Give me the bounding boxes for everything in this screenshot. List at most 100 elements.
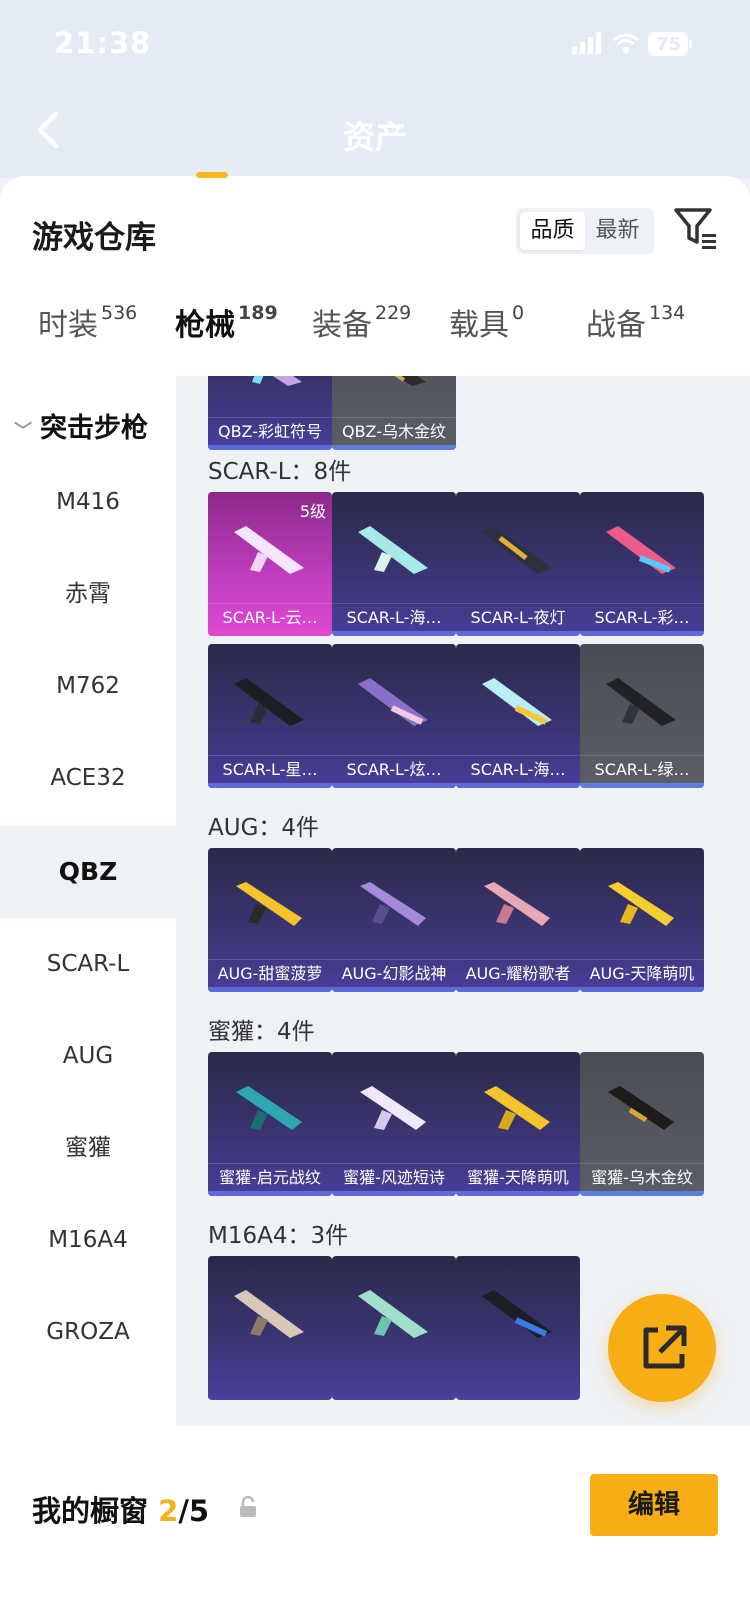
gun-skin-icon — [234, 1290, 304, 1338]
tab-guns[interactable]: 枪械 189 — [175, 300, 278, 344]
gun-skin-icon — [608, 1086, 674, 1130]
weapon-card[interactable]: AUG-幻影战神 — [332, 848, 456, 992]
sort-quality-button[interactable]: 品质 — [520, 212, 585, 250]
weapon-grid: QBZ-彩虹符号 QBZ-乌木金纹 SCAR-L：8件 5级 SCAR-L-云… … — [176, 376, 750, 1426]
gun-skin-icon — [234, 526, 304, 574]
gun-skin-icon — [484, 882, 550, 926]
sidebar-item-chixiao[interactable]: 赤霄 — [0, 548, 176, 640]
weapon-card[interactable]: SCAR-L-海… — [456, 644, 580, 788]
nav-bar: 资产 — [0, 90, 750, 178]
weapon-card[interactable] — [208, 1256, 332, 1400]
gun-skin-icon — [236, 1086, 302, 1130]
weapon-card[interactable]: 蜜獾-天降萌叽 — [456, 1052, 580, 1196]
weapon-card[interactable]: SCAR-L-星… — [208, 644, 332, 788]
weapon-card[interactable]: 蜜獾-风迹短诗 — [332, 1052, 456, 1196]
sidebar-item-m16a4[interactable]: M16A4 — [0, 1194, 176, 1286]
weapon-card-name: SCAR-L-海… — [456, 755, 580, 783]
weapon-sidebar: ﹀ 突击步枪 M416 赤霄 M762 ACE32 QBZ SCAR-L AUG … — [0, 376, 176, 1426]
sidebar-item-groza[interactable]: GROZA — [0, 1286, 176, 1378]
weapon-card[interactable]: AUG-耀粉歌者 — [456, 848, 580, 992]
tab-costume-count: 536 — [101, 302, 138, 324]
weapon-card[interactable]: QBZ-乌木金纹 — [332, 376, 456, 450]
gun-skin-icon — [360, 1086, 426, 1130]
external-link-icon — [643, 1325, 687, 1369]
weapon-card[interactable]: 5级 SCAR-L-云… — [208, 492, 332, 636]
battery-level: 75 — [656, 34, 682, 55]
weapon-card[interactable]: SCAR-L-彩… — [580, 492, 704, 636]
chevron-down-icon: ﹀ — [14, 421, 32, 442]
weapon-card-name: 蜜獾-天降萌叽 — [456, 1163, 580, 1191]
share-button[interactable] — [608, 1294, 716, 1402]
sidebar-item-m762[interactable]: M762 — [0, 640, 176, 732]
weapon-card[interactable]: AUG-天降萌叽 — [580, 848, 704, 992]
sort-newest-button[interactable]: 最新 — [585, 212, 650, 250]
tab-gear[interactable]: 装备 229 — [312, 300, 411, 344]
weapon-card[interactable]: QBZ-彩虹符号 — [208, 376, 332, 450]
showcase-bar: 我的橱窗 2/5 编辑 — [0, 1450, 750, 1624]
weapon-card[interactable]: SCAR-L-绿… — [580, 644, 704, 788]
weapon-card-name: SCAR-L-绿… — [580, 755, 704, 783]
weapon-card-quality-bar — [580, 1191, 704, 1196]
gun-skin-icon — [360, 882, 426, 926]
tab-guns-count: 189 — [238, 302, 278, 324]
tab-vehicles[interactable]: 载具 0 — [449, 300, 524, 344]
gun-skin-icon — [358, 1290, 428, 1338]
weapon-card[interactable]: 蜜獾-乌木金纹 — [580, 1052, 704, 1196]
weapon-card[interactable]: SCAR-L-海… — [332, 492, 456, 636]
page-title: 资产 — [342, 118, 407, 156]
weapon-card-name: QBZ-乌木金纹 — [332, 417, 456, 445]
weapon-card[interactable] — [456, 1256, 580, 1400]
filter-icon — [674, 208, 716, 249]
weapon-card[interactable]: SCAR-L-炫… — [332, 644, 456, 788]
weapon-card-quality-bar — [208, 1191, 332, 1196]
active-tab-indicator — [196, 172, 228, 178]
asset-page: 21:38 75 资产 游戏仓库 品质 最新 时装 536 枪械 189 装备 … — [0, 0, 750, 1624]
edit-button[interactable]: 编辑 — [590, 1474, 718, 1536]
gun-skin-icon — [236, 882, 302, 926]
gun-skin-icon — [606, 526, 676, 574]
sidebar-item-ace32[interactable]: ACE32 — [0, 732, 176, 824]
sidebar-item-qbz[interactable]: QBZ — [0, 826, 176, 918]
weapon-card-name: SCAR-L-夜灯 — [456, 603, 580, 631]
weapon-card-name: 蜜獾-启元战纹 — [208, 1163, 332, 1191]
weapon-card-name: AUG-天降萌叽 — [580, 959, 704, 987]
weapon-card-quality-bar — [332, 445, 456, 450]
gun-skin-icon — [358, 678, 428, 726]
sidebar-item-aug[interactable]: AUG — [0, 1010, 176, 1102]
gun-skin-icon — [482, 678, 552, 726]
weapon-card[interactable]: AUG-甜蜜菠萝 — [208, 848, 332, 992]
weapon-card-quality-bar — [580, 631, 704, 636]
weapon-card-name: 蜜獾-乌木金纹 — [580, 1163, 704, 1191]
sidebar-category[interactable]: ﹀ 突击步枪 — [14, 406, 148, 445]
tab-vehicles-label: 载具 — [449, 308, 509, 343]
signal-icon — [572, 32, 604, 58]
gun-skin-icon — [234, 678, 304, 726]
tab-vehicles-count: 0 — [512, 302, 525, 324]
status-time: 21:38 — [54, 26, 152, 60]
sidebar-item-honey-badger[interactable]: 蜜獾 — [0, 1102, 176, 1194]
showcase-count: 2 — [158, 1494, 179, 1528]
weapon-card-name: QBZ-彩虹符号 — [208, 417, 332, 445]
weapon-card-quality-bar — [456, 987, 580, 992]
weapon-card-quality-bar — [208, 631, 332, 636]
weapon-card[interactable]: SCAR-L-夜灯 — [456, 492, 580, 636]
tab-guns-label: 枪械 — [175, 308, 235, 343]
sidebar-item-scar-l[interactable]: SCAR-L — [0, 918, 176, 1010]
weapon-card-name: AUG-幻影战神 — [332, 959, 456, 987]
showcase-label-group: 我的橱窗 2/5 — [32, 1488, 209, 1530]
category-tabs: 时装 536 枪械 189 装备 229 载具 0 战备 134 — [0, 286, 750, 366]
weapon-card-quality-bar — [456, 1191, 580, 1196]
weapon-card[interactable] — [332, 1256, 456, 1400]
weapon-card-quality-bar — [332, 1191, 456, 1196]
sidebar-category-label: 突击步枪 — [40, 413, 148, 444]
sidebar-item-m416[interactable]: M416 — [0, 456, 176, 548]
weapon-card[interactable]: 蜜獾-启元战纹 — [208, 1052, 332, 1196]
sort-toggle: 品质 最新 — [516, 208, 654, 254]
tab-costume[interactable]: 时装 536 — [38, 300, 137, 344]
tab-gear-label: 装备 — [312, 308, 372, 343]
weapon-card-name: SCAR-L-星… — [208, 755, 332, 783]
weapon-card-quality-bar — [208, 783, 332, 788]
tab-supplies[interactable]: 战备 134 — [586, 300, 685, 344]
tab-supplies-count: 134 — [649, 302, 686, 324]
filter-button[interactable] — [672, 206, 720, 252]
